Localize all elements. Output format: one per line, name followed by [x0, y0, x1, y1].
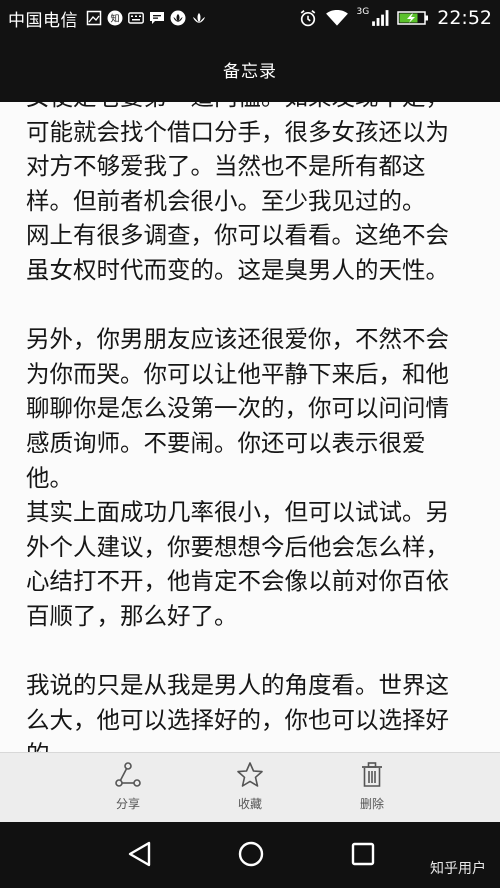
- watermark-label: 知乎用户: [430, 861, 486, 877]
- page-title: 备忘录: [223, 61, 277, 82]
- favorite-button[interactable]: 收藏: [210, 761, 290, 812]
- alarm-icon: [300, 10, 315, 27]
- carrier-name: 中国电信: [8, 10, 78, 31]
- app-header: 备忘录: [0, 36, 500, 102]
- share-label: 分享: [115, 797, 140, 811]
- note-content-area[interactable]: 女使是老婆第一道门槛。如果发现不是， 可能就会找个借口分手，很多女孩还以为 对方…: [0, 102, 500, 752]
- home-icon[interactable]: [237, 840, 265, 868]
- status-bar: 中国电信 知 3G 22:52: [0, 0, 500, 36]
- back-icon[interactable]: [126, 840, 154, 868]
- trash-icon: [362, 762, 382, 787]
- zhihu-icon: 知: [107, 10, 123, 26]
- star-icon: [237, 762, 263, 787]
- huawei-icon: [170, 10, 186, 26]
- system-status: 3G 22:52: [299, 7, 492, 29]
- svg-text:知: 知: [110, 13, 119, 25]
- network-type-label: 3G: [356, 7, 370, 17]
- note-body-text: 女使是老婆第一道门槛。如果发现不是， 可能就会找个借口分手，很多女孩还以为 对方…: [26, 102, 449, 752]
- wifi-icon: [325, 9, 348, 26]
- share-icon: [115, 762, 141, 787]
- keyboard-icon: [128, 12, 144, 24]
- delete-button[interactable]: 删除: [332, 761, 412, 812]
- bottom-toolbar: 分享 收藏 删除: [0, 752, 500, 822]
- notification-icons: 知: [86, 10, 207, 26]
- delete-label: 删除: [359, 797, 384, 811]
- battery-charging-icon: [397, 11, 429, 25]
- message-icon: [150, 12, 164, 24]
- signal-icon: [372, 10, 389, 26]
- huawei-icon: [193, 13, 205, 23]
- favorite-label: 收藏: [237, 797, 262, 811]
- image-icon: [86, 10, 102, 26]
- clock: 22:52: [437, 7, 492, 29]
- recents-icon[interactable]: [349, 840, 377, 868]
- share-button[interactable]: 分享: [88, 761, 168, 812]
- navigation-bar: 知乎用户: [0, 822, 500, 888]
